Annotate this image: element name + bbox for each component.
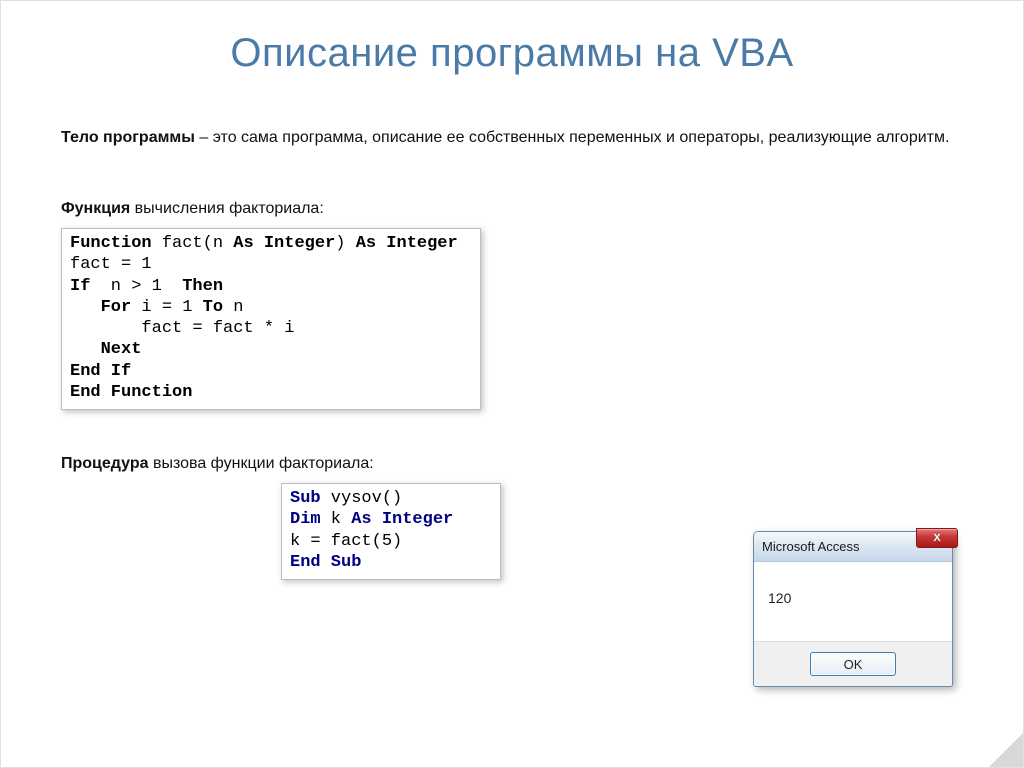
code-text: n — [223, 298, 243, 317]
subhead1-strong: Функция — [61, 200, 130, 217]
close-button[interactable]: X — [916, 528, 958, 548]
code-kw: Dim — [290, 510, 321, 529]
ok-button[interactable]: OK — [810, 652, 896, 676]
code-kw: As Integer — [356, 234, 458, 253]
code-kw: To — [203, 298, 223, 317]
code-kw: End Function — [70, 383, 192, 402]
subhead-function: Функция вычисления факториала: — [61, 200, 963, 218]
code-text: fact = fact * i — [70, 319, 294, 338]
code-text: fact(n — [152, 234, 234, 253]
slide-title: Описание программы на VBA — [61, 31, 963, 76]
code-text: i = 1 — [131, 298, 202, 317]
code-kw: Then — [182, 277, 223, 296]
code-text: vysov() — [321, 489, 403, 508]
code-kw: Next — [70, 340, 141, 359]
corner-fold-icon — [989, 733, 1023, 767]
message-box: Microsoft Access X 120 OK — [753, 531, 953, 687]
code-kw: If — [70, 277, 90, 296]
code-text: k — [321, 510, 352, 529]
code-kw: End Sub — [290, 553, 361, 572]
slide: Описание программы на VBA Тело программы… — [0, 0, 1024, 768]
subhead2-strong: Процедура — [61, 455, 149, 472]
subhead1-rest: вычисления факториала: — [130, 200, 324, 217]
code-function-box: Function fact(n As Integer) As Integer f… — [61, 228, 481, 410]
code-procedure-box: Sub vysov() Dim k As Integer k = fact(5)… — [281, 483, 501, 580]
message-box-body: 120 — [754, 562, 952, 642]
code-text: n > 1 — [90, 277, 182, 296]
close-icon: X — [933, 532, 940, 544]
message-box-buttons: OK — [754, 642, 952, 686]
code-kw: Function — [70, 234, 152, 253]
code-kw: For — [70, 298, 131, 317]
code-text: ) — [335, 234, 355, 253]
code-kw: As Integer — [233, 234, 335, 253]
message-box-value: 120 — [768, 590, 791, 606]
subhead-procedure: Процедура вызова функции факториала: — [61, 455, 963, 473]
message-box-titlebar: Microsoft Access X — [754, 532, 952, 562]
intro-rest: – это сама программа, описание ее собств… — [195, 129, 950, 146]
intro-strong: Тело программы — [61, 129, 195, 146]
code-kw: As Integer — [351, 510, 453, 529]
code-text: k = fact(5) — [290, 532, 402, 551]
code-kw: End If — [70, 362, 131, 381]
intro-paragraph: Тело программы – это сама программа, опи… — [61, 126, 963, 150]
subhead2-rest: вызова функции факториала: — [149, 455, 374, 472]
code-text: fact = 1 — [70, 255, 152, 274]
code-kw: Sub — [290, 489, 321, 508]
message-box-title: Microsoft Access — [762, 539, 860, 554]
